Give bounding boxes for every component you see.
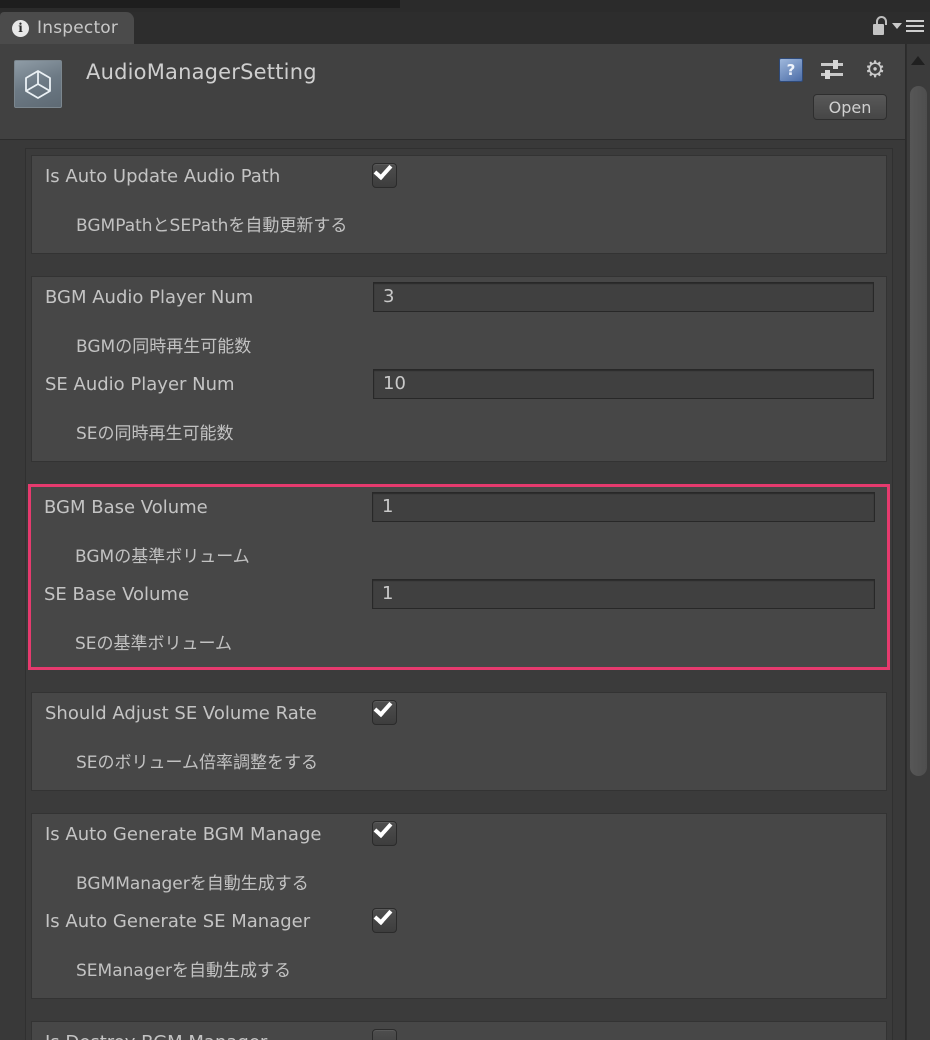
page-title: AudioManagerSetting	[86, 60, 317, 84]
property-label: SE Audio Player Num	[45, 374, 235, 395]
scrollbar-thumb[interactable]	[910, 86, 927, 776]
property-description: BGMの基準ボリューム	[75, 547, 250, 567]
settings-section-base-volume: BGM Base Volume 1 BGMの基準ボリューム SE Base Volum…	[28, 484, 890, 670]
property-description: SEManagerを自動生成する	[76, 961, 292, 981]
scroll-up-arrow-icon[interactable]	[911, 56, 925, 65]
checkmark-icon	[373, 905, 393, 926]
vertical-scrollbar[interactable]	[905, 44, 930, 1040]
property-checkbox[interactable]	[372, 1029, 397, 1040]
settings-container: Is Auto Update Audio Path BGMPathとSEPathを…	[25, 148, 893, 1040]
settings-row: BGM Base Volume 1	[31, 487, 887, 532]
settings-row: Is Destroy BGM Manager	[32, 1022, 886, 1040]
chevron-down-icon[interactable]	[892, 23, 902, 29]
property-input-field[interactable]: 3	[373, 282, 874, 312]
property-checkbox[interactable]	[372, 905, 397, 933]
property-input-field[interactable]: 10	[373, 369, 874, 399]
settings-section-destroy-managers: Is Destroy BGM ManagerBGMManagerをシーン遷移時に…	[31, 1021, 887, 1040]
property-input-value: 3	[383, 286, 395, 307]
tab-bar: i Inspector	[0, 12, 930, 44]
settings-row: SE Audio Player Num 10	[32, 364, 886, 409]
property-label: BGM Audio Player Num	[45, 287, 254, 308]
info-icon: i	[12, 19, 29, 37]
settings-section-auto-generate-managers: Is Auto Generate BGM Manage BGMManagerを自動…	[31, 813, 887, 999]
property-description-row: BGMManagerを自動生成する	[32, 859, 886, 901]
checkmark-icon	[373, 160, 393, 181]
property-input-value: 1	[382, 583, 394, 604]
property-label: Should Adjust SE Volume Rate	[45, 703, 317, 724]
scrollbar-divider	[906, 44, 907, 1040]
settings-row: Is Auto Generate BGM Manage	[32, 814, 886, 859]
tab-bar-controls	[872, 16, 924, 36]
asset-header: AudioManagerSetting ? ⚙ Open	[0, 44, 905, 140]
property-input-field[interactable]: 1	[372, 492, 875, 522]
settings-section-auto-update-audio-path: Is Auto Update Audio Path BGMPathとSEPathを…	[31, 155, 887, 254]
lock-icon[interactable]	[872, 16, 888, 36]
property-label: SE Base Volume	[44, 584, 190, 605]
checkmark-icon	[373, 818, 393, 839]
property-description: SEのボリューム倍率調整をする	[76, 753, 319, 773]
settings-row: Is Auto Generate SE Manager	[32, 901, 886, 946]
property-input-value: 10	[383, 373, 406, 394]
property-description-row: SEManagerを自動生成する	[32, 946, 886, 988]
property-checkbox[interactable]	[372, 697, 397, 725]
inspector-content: Is Auto Update Audio Path BGMPathとSEPathを…	[0, 141, 905, 1040]
settings-row: Is Auto Update Audio Path	[32, 156, 886, 201]
property-description-row: SEのボリューム倍率調整をする	[32, 738, 886, 780]
property-description-row: BGMの基準ボリューム	[31, 532, 887, 574]
header-icon-group: ? ⚙	[779, 58, 887, 84]
property-input-field[interactable]: 1	[372, 579, 875, 609]
hamburger-menu-icon[interactable]	[906, 20, 924, 32]
gear-icon[interactable]: ⚙	[863, 59, 887, 83]
property-description-row: SEの同時再生可能数	[32, 409, 886, 451]
property-description: BGMの同時再生可能数	[76, 337, 252, 357]
property-description-row: BGMの同時再生可能数	[32, 322, 886, 364]
checkmark-icon	[373, 697, 393, 718]
unity-asset-icon	[14, 60, 62, 108]
help-book-icon[interactable]: ?	[779, 58, 805, 84]
preset-sliders-icon[interactable]	[821, 60, 847, 82]
property-description: SEの基準ボリューム	[75, 634, 233, 654]
property-description-row: SEの基準ボリューム	[31, 619, 887, 661]
property-description: BGMPathとSEPathを自動更新する	[76, 216, 348, 236]
settings-row: SE Base Volume 1	[31, 574, 887, 619]
window-top-strip-dark	[0, 0, 400, 8]
property-label: Is Destroy BGM Manager	[45, 1032, 267, 1040]
property-checkbox[interactable]	[372, 818, 397, 846]
settings-row: Should Adjust SE Volume Rate	[32, 693, 886, 738]
open-button[interactable]: Open	[813, 94, 887, 120]
settings-section-adjust-se-volume-rate: Should Adjust SE Volume Rate SEのボリューム倍率調整…	[31, 692, 887, 791]
settings-row: BGM Audio Player Num 3	[32, 277, 886, 322]
property-description-row: BGMPathとSEPathを自動更新する	[32, 201, 886, 243]
inspector-window: i Inspector AudioManagerSetting ? ⚙ Open…	[0, 0, 930, 1040]
window-top-strip	[0, 0, 930, 12]
property-label: Is Auto Update Audio Path	[45, 166, 281, 187]
property-input-value: 1	[382, 496, 394, 517]
property-description: SEの同時再生可能数	[76, 424, 234, 444]
property-label: Is Auto Generate BGM Manage	[45, 824, 322, 845]
settings-section-audio-player-num: BGM Audio Player Num 3 BGMの同時再生可能数 SE Audio…	[31, 276, 887, 462]
property-description: BGMManagerを自動生成する	[76, 874, 309, 894]
property-checkbox[interactable]	[372, 160, 397, 188]
tab-inspector[interactable]: i Inspector	[0, 12, 135, 44]
property-label: BGM Base Volume	[44, 497, 208, 518]
tab-inspector-label: Inspector	[37, 18, 119, 38]
property-label: Is Auto Generate SE Manager	[45, 911, 311, 932]
